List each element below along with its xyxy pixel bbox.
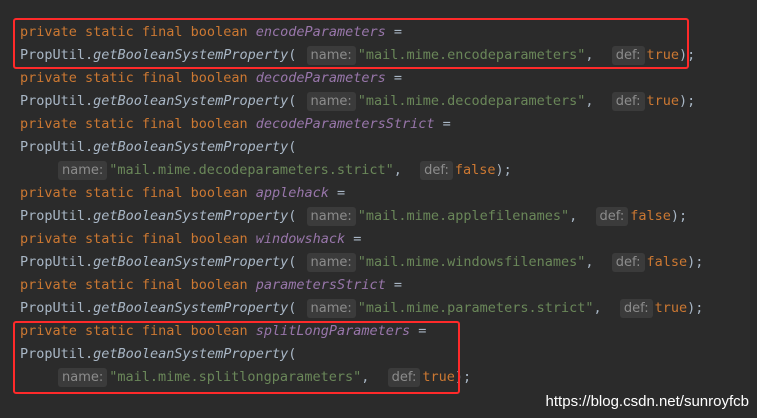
modifiers-keyword: private static final boolean [20, 277, 248, 293]
code-line-declaration: private static final boolean windowshack… [20, 228, 361, 251]
class-ref: PropUtil. [20, 93, 94, 109]
code-line-declaration: private static final boolean applehack = [20, 182, 345, 205]
code-line-call: PropUtil.getBooleanSystemProperty( name:… [20, 90, 695, 113]
close-paren: ); [495, 162, 512, 178]
assign-operator: = [345, 231, 362, 247]
field-name: decodeParameters [255, 70, 386, 86]
open-paren: ( [288, 254, 297, 270]
property-key-string: "mail.mime.windowsfilenames" [357, 254, 586, 270]
name-param-hint: name: [306, 253, 356, 272]
code-line-declaration: private static final boolean parametersS… [20, 274, 402, 297]
property-key-string: "mail.mime.decodeparameters" [357, 93, 586, 109]
def-param-hint: def: [611, 253, 645, 272]
def-param-hint: def: [420, 161, 453, 180]
default-value: true [646, 93, 680, 109]
close-paren: ); [679, 93, 696, 109]
open-paren: ( [288, 300, 297, 316]
property-key-string: "mail.mime.applefilenames" [357, 208, 570, 224]
code-line-call: PropUtil.getBooleanSystemProperty( name:… [20, 297, 703, 320]
comma: , [393, 162, 402, 178]
code-editor[interactable]: private static final boolean encodeParam… [0, 0, 757, 418]
method-name: getBooleanSystemProperty [93, 300, 289, 316]
modifiers-keyword: private static final boolean [20, 70, 248, 86]
default-value: false [630, 208, 671, 224]
open-paren: ( [288, 93, 297, 109]
assign-operator: = [434, 116, 451, 132]
method-name: getBooleanSystemProperty [93, 93, 289, 109]
field-name: parametersStrict [255, 277, 386, 293]
field-name: windowshack [255, 231, 346, 247]
def-param-hint: def: [619, 299, 653, 318]
property-key-string: "mail.mime.parameters.strict" [357, 300, 594, 316]
field-name: applehack [255, 185, 329, 201]
modifiers-keyword: private static final boolean [20, 185, 248, 201]
code-line-args: name: "mail.mime.decodeparameters.strict"… [56, 159, 512, 182]
highlight-box-split-long-parameters [13, 321, 460, 394]
method-name: getBooleanSystemProperty [93, 208, 289, 224]
comma: , [585, 254, 594, 270]
class-ref: PropUtil. [20, 208, 94, 224]
open-paren: ( [288, 208, 297, 224]
default-value: false [646, 254, 688, 270]
name-param-hint: name: [306, 207, 356, 226]
class-ref: PropUtil. [20, 139, 94, 155]
code-line-call: PropUtil.getBooleanSystemProperty( [20, 136, 296, 159]
modifiers-keyword: private static final boolean [20, 116, 248, 132]
default-value: true [654, 300, 688, 316]
property-key-string: "mail.mime.decodeparameters.strict" [109, 162, 394, 178]
class-ref: PropUtil. [20, 300, 94, 316]
close-paren: ); [687, 300, 704, 316]
name-param-hint: name: [306, 92, 356, 111]
name-param-hint: name: [58, 161, 108, 180]
open-paren: ( [288, 139, 297, 155]
class-ref: PropUtil. [20, 254, 94, 270]
method-name: getBooleanSystemProperty [93, 254, 289, 270]
assign-operator: = [385, 277, 403, 293]
code-line-declaration: private static final boolean decodeParam… [20, 113, 451, 136]
name-param-hint: name: [306, 299, 356, 318]
comma: , [585, 93, 594, 109]
highlight-box-encode-parameters [13, 18, 689, 69]
modifiers-keyword: private static final boolean [20, 231, 248, 247]
def-param-hint: def: [611, 92, 645, 111]
assign-operator: = [385, 70, 403, 86]
default-value: false [454, 162, 496, 178]
close-paren: ); [670, 208, 688, 224]
field-name: decodeParametersStrict [255, 116, 435, 132]
comma: , [569, 208, 578, 224]
code-line-call: PropUtil.getBooleanSystemProperty( name:… [20, 251, 703, 274]
close-paren: ); [687, 254, 704, 270]
comma: , [593, 300, 602, 316]
method-name: getBooleanSystemProperty [93, 139, 289, 155]
assign-operator: = [328, 185, 346, 201]
code-line-call: PropUtil.getBooleanSystemProperty( name:… [20, 205, 687, 228]
watermark-url: https://blog.csdn.net/sunroyfcb [545, 393, 749, 410]
def-param-hint: def: [595, 207, 629, 226]
code-line-declaration: private static final boolean decodeParam… [20, 67, 402, 90]
